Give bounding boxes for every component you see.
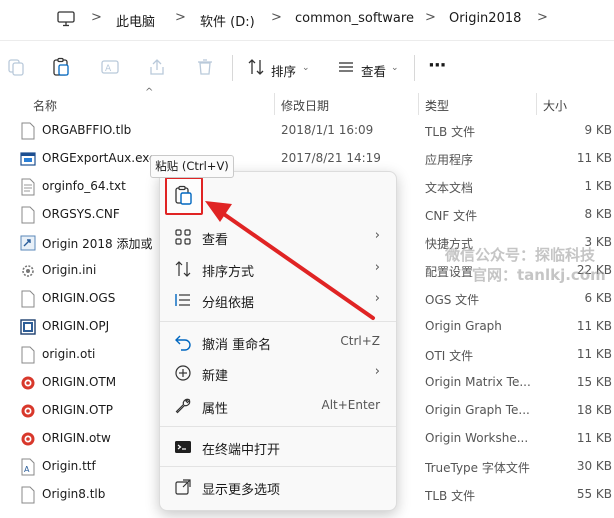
- annotation-arrow-icon: [205, 201, 375, 320]
